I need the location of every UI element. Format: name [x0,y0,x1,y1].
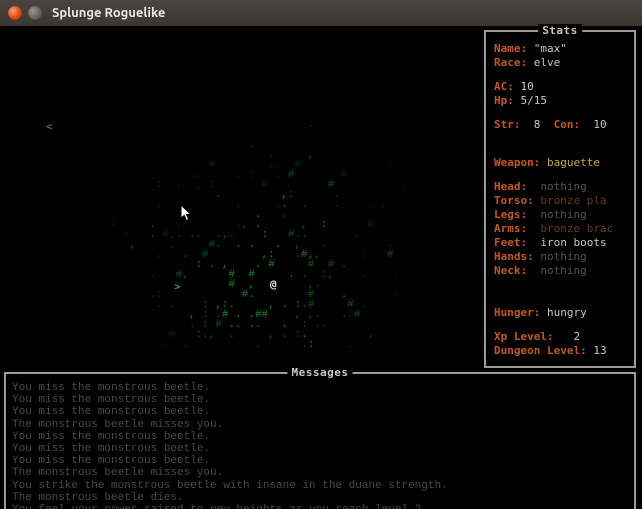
message-log: You miss the monstrous beetle. You miss … [12,382,628,509]
app-window: Splunge Roguelike [0,0,642,509]
stat-hunger: Hunger: hungry [494,306,626,320]
stat-torso: Torso: bronze pla [494,194,626,208]
stat-arms: Arms: bronze brac [494,222,626,236]
dungeon-map[interactable]: . . . . [4,30,480,348]
stat-name: Name: "max" [494,42,626,56]
stat-ac: AC: 10 [494,80,626,94]
stat-str-con: Str: 8 Con: 10 [494,118,626,132]
stat-feet: Feet: iron boots [494,236,626,250]
game-area: . . . . [0,26,642,509]
stairs-down-glyph: > [174,282,181,292]
close-icon[interactable] [8,6,22,20]
window-title: Splunge Roguelike [52,6,165,20]
titlebar[interactable]: Splunge Roguelike [0,0,642,27]
messages-panel-title: Messages [288,366,353,379]
stat-head: Head: nothing [494,180,626,194]
stat-legs: Legs: nothing [494,208,626,222]
messages-panel: Messages You miss the monstrous beetle. … [4,372,636,509]
stat-hands: Hands: nothing [494,250,626,264]
stat-race: Race: elve [494,56,626,70]
stat-neck: Neck: nothing [494,264,626,278]
player-glyph: @ [270,280,277,290]
stats-panel-title: Stats [538,24,582,37]
stats-panel: Stats Name: "max" Race: elve AC: 10 Hp: … [484,30,636,368]
stat-hp: Hp: 5/15 [494,94,626,108]
stat-dlevel: Dungeon Level: 13 [494,344,626,358]
stairs-up-glyph: < [46,122,53,132]
stat-weapon: Weapon: baguette [494,156,626,170]
minimize-icon[interactable] [28,6,42,20]
stat-xplevel: Xp Level: 2 [494,330,626,344]
